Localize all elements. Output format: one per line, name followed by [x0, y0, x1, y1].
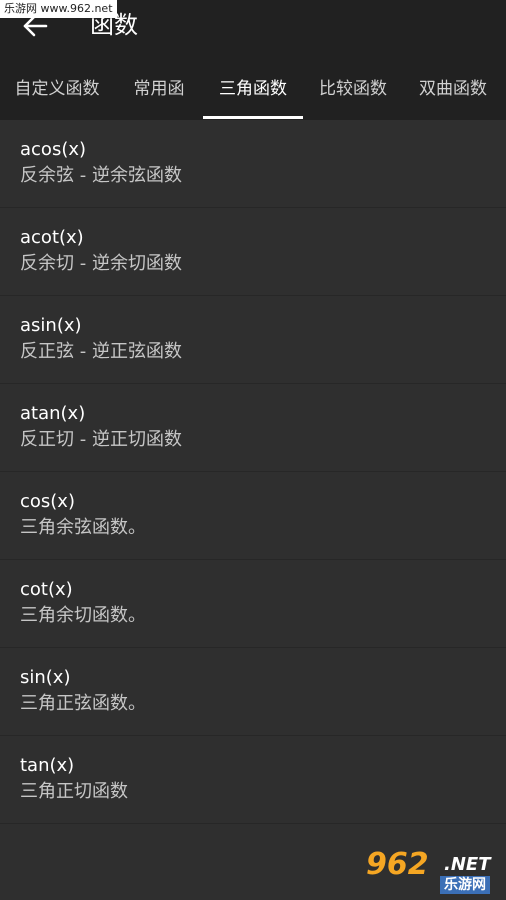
tab-custom-functions[interactable]: 自定义函数 — [0, 60, 114, 120]
function-description: 三角余弦函数。 — [20, 517, 146, 538]
function-name: acos(x) — [20, 139, 87, 160]
function-name: cot(x) — [20, 579, 73, 600]
site-logo-watermark: 962 .NET 乐游网 — [366, 848, 502, 896]
function-description: 三角正切函数 — [20, 781, 128, 802]
list-item[interactable]: acot(x) 反余切 - 逆余切函数 — [0, 208, 506, 296]
list-item[interactable]: tan(x) 三角正切函数 — [0, 736, 506, 824]
function-list: acos(x) 反余弦 - 逆余弦函数 acot(x) 反余切 - 逆余切函数 … — [0, 120, 506, 824]
function-name: sin(x) — [20, 667, 71, 688]
function-description: 反余弦 - 逆余弦函数 — [20, 165, 182, 186]
app-bar: 函数 自定义函数 常用函 三角函数 比较函数 双曲函数 — [0, 0, 506, 120]
app-screen: 函数 自定义函数 常用函 三角函数 比较函数 双曲函数 乐游网 www.962.… — [0, 0, 506, 900]
function-description: 反正切 - 逆正切函数 — [20, 429, 182, 450]
list-item[interactable]: atan(x) 反正切 - 逆正切函数 — [0, 384, 506, 472]
logo-domain: .NET — [444, 854, 491, 875]
list-item[interactable]: acos(x) 反余弦 - 逆余弦函数 — [0, 120, 506, 208]
logo-name: 乐游网 — [440, 876, 490, 894]
list-item[interactable]: cot(x) 三角余切函数。 — [0, 560, 506, 648]
function-name: tan(x) — [20, 755, 75, 776]
function-name: asin(x) — [20, 315, 82, 336]
site-watermark: 乐游网 www.962.net — [0, 0, 117, 18]
logo-number: 962 — [366, 847, 429, 882]
function-description: 三角余切函数。 — [20, 605, 146, 626]
tab-trig-functions[interactable]: 三角函数 — [203, 60, 303, 120]
list-item[interactable]: sin(x) 三角正弦函数。 — [0, 648, 506, 736]
tab-compare-functions[interactable]: 比较函数 — [303, 60, 403, 120]
function-description: 反余切 - 逆余切函数 — [20, 253, 182, 274]
tab-bar: 自定义函数 常用函 三角函数 比较函数 双曲函数 — [0, 60, 506, 120]
tab-common-functions[interactable]: 常用函 — [114, 60, 204, 120]
function-name: atan(x) — [20, 403, 86, 424]
list-item[interactable]: asin(x) 反正弦 - 逆正弦函数 — [0, 296, 506, 384]
tab-indicator — [203, 116, 303, 119]
tab-hyperbolic-functions[interactable]: 双曲函数 — [403, 60, 503, 120]
function-name: acot(x) — [20, 227, 84, 248]
function-name: cos(x) — [20, 491, 75, 512]
list-item[interactable]: cos(x) 三角余弦函数。 — [0, 472, 506, 560]
function-description: 三角正弦函数。 — [20, 693, 146, 714]
function-description: 反正弦 - 逆正弦函数 — [20, 341, 182, 362]
